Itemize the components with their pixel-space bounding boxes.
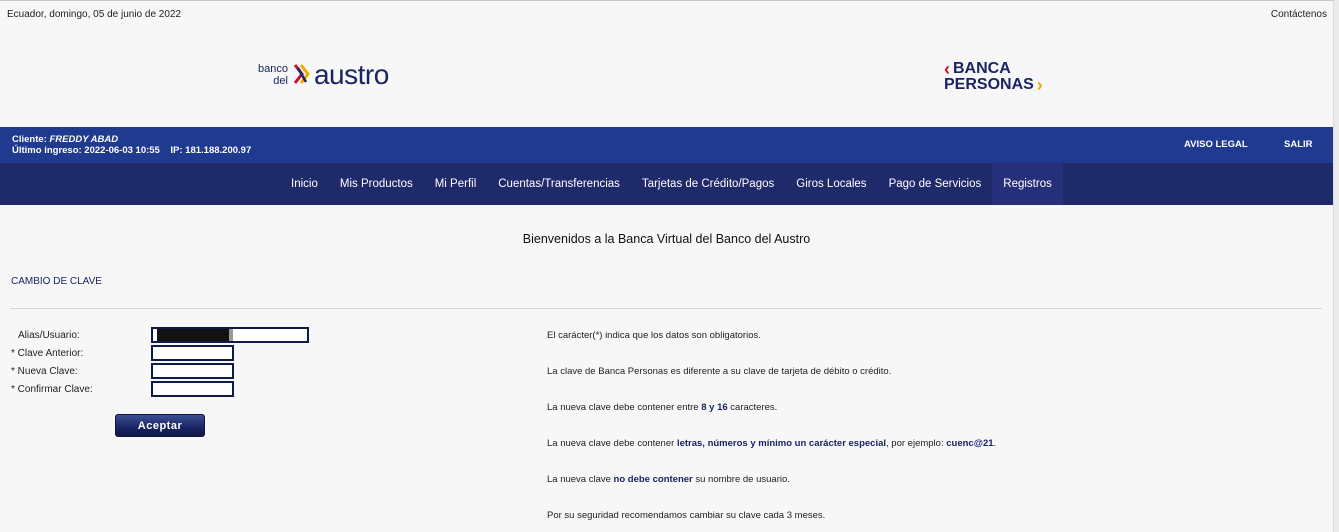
alias-label: Alias/Usuario: bbox=[18, 330, 80, 341]
section-divider bbox=[10, 308, 1322, 309]
scrollbar[interactable] bbox=[1333, 0, 1339, 532]
nav-mis-productos[interactable]: Mis Productos bbox=[329, 163, 424, 205]
chevron-right-icon: › bbox=[1036, 75, 1043, 95]
banca-row: ‹ BANCA bbox=[944, 59, 1043, 79]
info-comp-c: , por ejemplo: bbox=[886, 438, 947, 449]
last-login: Último ingreso: 2022-06-03 10:55 bbox=[12, 145, 160, 156]
nav-pago-servicios[interactable]: Pago de Servicios bbox=[878, 163, 993, 205]
redaction-mask bbox=[157, 329, 229, 341]
info-different-key: La clave de Banca Personas es diferente … bbox=[547, 366, 892, 377]
contact-link[interactable]: Contáctenos bbox=[1271, 9, 1327, 20]
logo-banco-text: banco bbox=[258, 63, 288, 75]
personas-text: PERSONAS bbox=[944, 76, 1034, 93]
info-comp-b: letras, números y mínimo un carácter esp… bbox=[676, 438, 887, 449]
aceptar-button[interactable]: Aceptar bbox=[115, 414, 205, 437]
client-line: Cliente: FREDDY ABAD bbox=[12, 134, 251, 145]
nav-mi-perfil[interactable]: Mi Perfil bbox=[424, 163, 488, 205]
nav-cuentas-transferencias[interactable]: Cuentas/Transferencias bbox=[487, 163, 631, 205]
nav-items: Inicio Mis Productos Mi Perfil Cuentas/T… bbox=[280, 163, 1063, 205]
nueva-clave-field[interactable] bbox=[151, 363, 234, 379]
aviso-legal-link[interactable]: AVISO LEGAL bbox=[1184, 139, 1248, 150]
nueva-clave-label: * Nueva Clave: bbox=[11, 366, 78, 377]
info-length-a: La nueva clave debe contener entre bbox=[547, 402, 702, 413]
nav-tarjetas-credito-pagos[interactable]: Tarjetas de Crédito/Pagos bbox=[631, 163, 785, 205]
info-comp-a: La nueva clave debe contener bbox=[547, 438, 677, 449]
info-comp-e: . bbox=[993, 438, 997, 449]
info-nouser-b: no debe contener bbox=[613, 474, 693, 485]
banco-del-austro-logo[interactable]: banco del austro bbox=[258, 60, 389, 90]
chevron-left-icon: ‹ bbox=[944, 59, 950, 79]
clave-anterior-label: * Clave Anterior: bbox=[11, 348, 84, 359]
salir-link[interactable]: SALIR bbox=[1284, 139, 1313, 150]
banca-personas-logo: ‹ BANCA PERSONAS › bbox=[944, 59, 1043, 95]
nav-giros-locales[interactable]: Giros Locales bbox=[785, 163, 877, 205]
confirmar-clave-field[interactable] bbox=[151, 381, 234, 397]
personas-row: PERSONAS › bbox=[944, 75, 1043, 95]
austro-x-icon bbox=[293, 64, 310, 84]
client-bar: Cliente: FREDDY ABAD Último ingreso: 202… bbox=[0, 127, 1333, 163]
info-comp-d: cuenc@21 bbox=[946, 438, 994, 449]
redaction-mask-edge bbox=[229, 329, 233, 341]
clave-anterior-field[interactable] bbox=[151, 345, 234, 361]
main-nav: Inicio Mis Productos Mi Perfil Cuentas/T… bbox=[0, 163, 1333, 205]
confirmar-clave-label: * Confirmar Clave: bbox=[11, 384, 93, 395]
info-length-b: 8 y 16 bbox=[701, 402, 728, 413]
login-line: Último ingreso: 2022-06-03 10:55 IP: 181… bbox=[12, 145, 251, 156]
info-length-c: caracteres. bbox=[727, 402, 778, 413]
logo-del-text: del bbox=[273, 75, 288, 87]
current-date: Ecuador, domingo, 05 de junio de 2022 bbox=[7, 9, 182, 20]
nav-inicio[interactable]: Inicio bbox=[280, 163, 329, 205]
info-change-frequency: Por su seguridad recomendamos cambiar su… bbox=[547, 510, 826, 521]
ip-address: IP: 181.188.200.97 bbox=[170, 145, 252, 156]
section-title: CAMBIO DE CLAVE bbox=[11, 276, 102, 287]
info-no-username: La nueva clave no debe contener su nombr… bbox=[547, 474, 790, 485]
logo-small-text: banco del bbox=[258, 63, 288, 87]
client-prefix: Cliente: bbox=[12, 134, 47, 145]
info-required: El carácter(*) indica que los datos son … bbox=[547, 330, 761, 341]
top-border bbox=[0, 0, 1339, 1]
client-name: FREDDY ABAD bbox=[49, 134, 119, 145]
info-nouser-c: su nombre de usuario. bbox=[692, 474, 790, 485]
info-length: La nueva clave debe contener entre 8 y 1… bbox=[547, 402, 777, 413]
info-nouser-a: La nueva clave bbox=[547, 474, 614, 485]
info-composition: La nueva clave debe contener letras, núm… bbox=[547, 438, 996, 449]
alias-field[interactable] bbox=[151, 327, 309, 343]
logo-austro-text: austro bbox=[313, 59, 389, 90]
welcome-heading: Bienvenidos a la Banca Virtual del Banco… bbox=[522, 232, 811, 246]
nav-registros[interactable]: Registros bbox=[992, 163, 1063, 205]
client-info: Cliente: FREDDY ABAD Último ingreso: 202… bbox=[12, 134, 251, 156]
banca-text: BANCA bbox=[953, 60, 1011, 77]
